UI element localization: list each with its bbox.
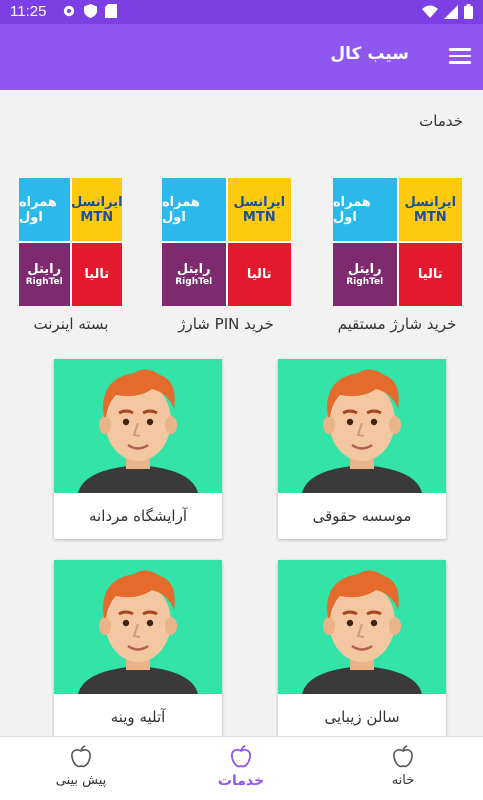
nav-label-home: خانه (391, 773, 415, 788)
nav-label-prediction: پیش بینی (55, 773, 107, 788)
operators-logo: همراه اول ایرانسل MTN رایتل RighTel تالیا (19, 178, 122, 306)
service-card[interactable]: سالن زیبایی (278, 560, 446, 740)
rightel-logo: رایتل RighTel (162, 243, 226, 306)
internet-package-service[interactable]: همراه اول ایرانسل MTN رایتل RighTel تالیا (19, 178, 122, 306)
direct-charge-service[interactable]: همراه اول ایرانسل MTN رایتل RighTel تالیا (333, 178, 462, 306)
shield-icon (84, 4, 97, 18)
irancell-logo: ایرانسل MTN (398, 178, 462, 241)
rightel-logo: رایتل RighTel (19, 243, 70, 306)
card-image (54, 359, 222, 493)
signal-icon (444, 4, 458, 19)
card-label: آتلیه وینه (110, 708, 166, 726)
gear-icon (63, 5, 75, 17)
nav-label-services: خدمات (217, 773, 265, 789)
pin-charge-label: خرید PIN شارژ (178, 315, 274, 333)
wifi-icon (422, 5, 438, 18)
service-card[interactable]: آرایشگاه مردانه (54, 359, 222, 539)
card-label: آرایشگاه مردانه (89, 507, 187, 525)
hamrahaval-logo: همراه اول (333, 178, 397, 241)
section-title: خدمات (419, 112, 463, 130)
direct-charge-label: خرید شارژ مستقیم (337, 315, 457, 333)
irancell-logo: ایرانسل MTN (227, 178, 291, 241)
talia-logo: تالیا (71, 243, 122, 306)
card-image (278, 560, 446, 694)
nav-item-home[interactable]: خانه (353, 745, 453, 788)
card-image (54, 560, 222, 694)
talia-logo: تالیا (227, 243, 291, 306)
status-time: 11:25 (10, 3, 47, 20)
services-apple-icon (230, 745, 252, 768)
avatar-icon (78, 570, 198, 694)
app-title: سیب کال (330, 44, 409, 64)
avatar-icon (78, 369, 198, 493)
bottom-navigation: خانه خدمات پیش بینی (0, 736, 483, 800)
pin-charge-service[interactable]: همراه اول ایرانسل MTN رایتل RighTel تالیا (162, 178, 291, 306)
avatar-icon (302, 570, 422, 694)
irancell-logo: ایرانسل MTN (71, 178, 122, 241)
internet-package-label: بسته اینرنت (33, 315, 109, 333)
talia-logo: تالیا (398, 243, 462, 306)
nav-item-services[interactable]: خدمات (191, 745, 291, 789)
operators-logo: همراه اول ایرانسل MTN رایتل RighTel تالیا (162, 178, 291, 306)
hamrahaval-logo: همراه اول (162, 178, 226, 241)
operators-logo: همراه اول ایرانسل MTN رایتل RighTel تالیا (333, 178, 462, 306)
card-label: موسسه حقوقی (312, 507, 412, 525)
card-label: سالن زیبایی (324, 708, 400, 726)
nav-item-prediction[interactable]: پیش بینی (31, 745, 131, 788)
home-apple-icon (393, 745, 413, 768)
prediction-apple-icon (71, 745, 91, 768)
hamburger-menu-icon[interactable] (449, 45, 471, 67)
card-image (278, 359, 446, 493)
hamrahaval-logo: همراه اول (19, 178, 70, 241)
status-bar: 11:25 (0, 0, 483, 24)
service-card[interactable]: آتلیه وینه (54, 560, 222, 740)
sd-card-icon (105, 4, 117, 18)
service-card[interactable]: موسسه حقوقی (278, 359, 446, 539)
app-bar: سیب کال (0, 24, 483, 90)
avatar-icon (302, 369, 422, 493)
rightel-logo: رایتل RighTel (333, 243, 397, 306)
battery-icon (464, 4, 473, 19)
